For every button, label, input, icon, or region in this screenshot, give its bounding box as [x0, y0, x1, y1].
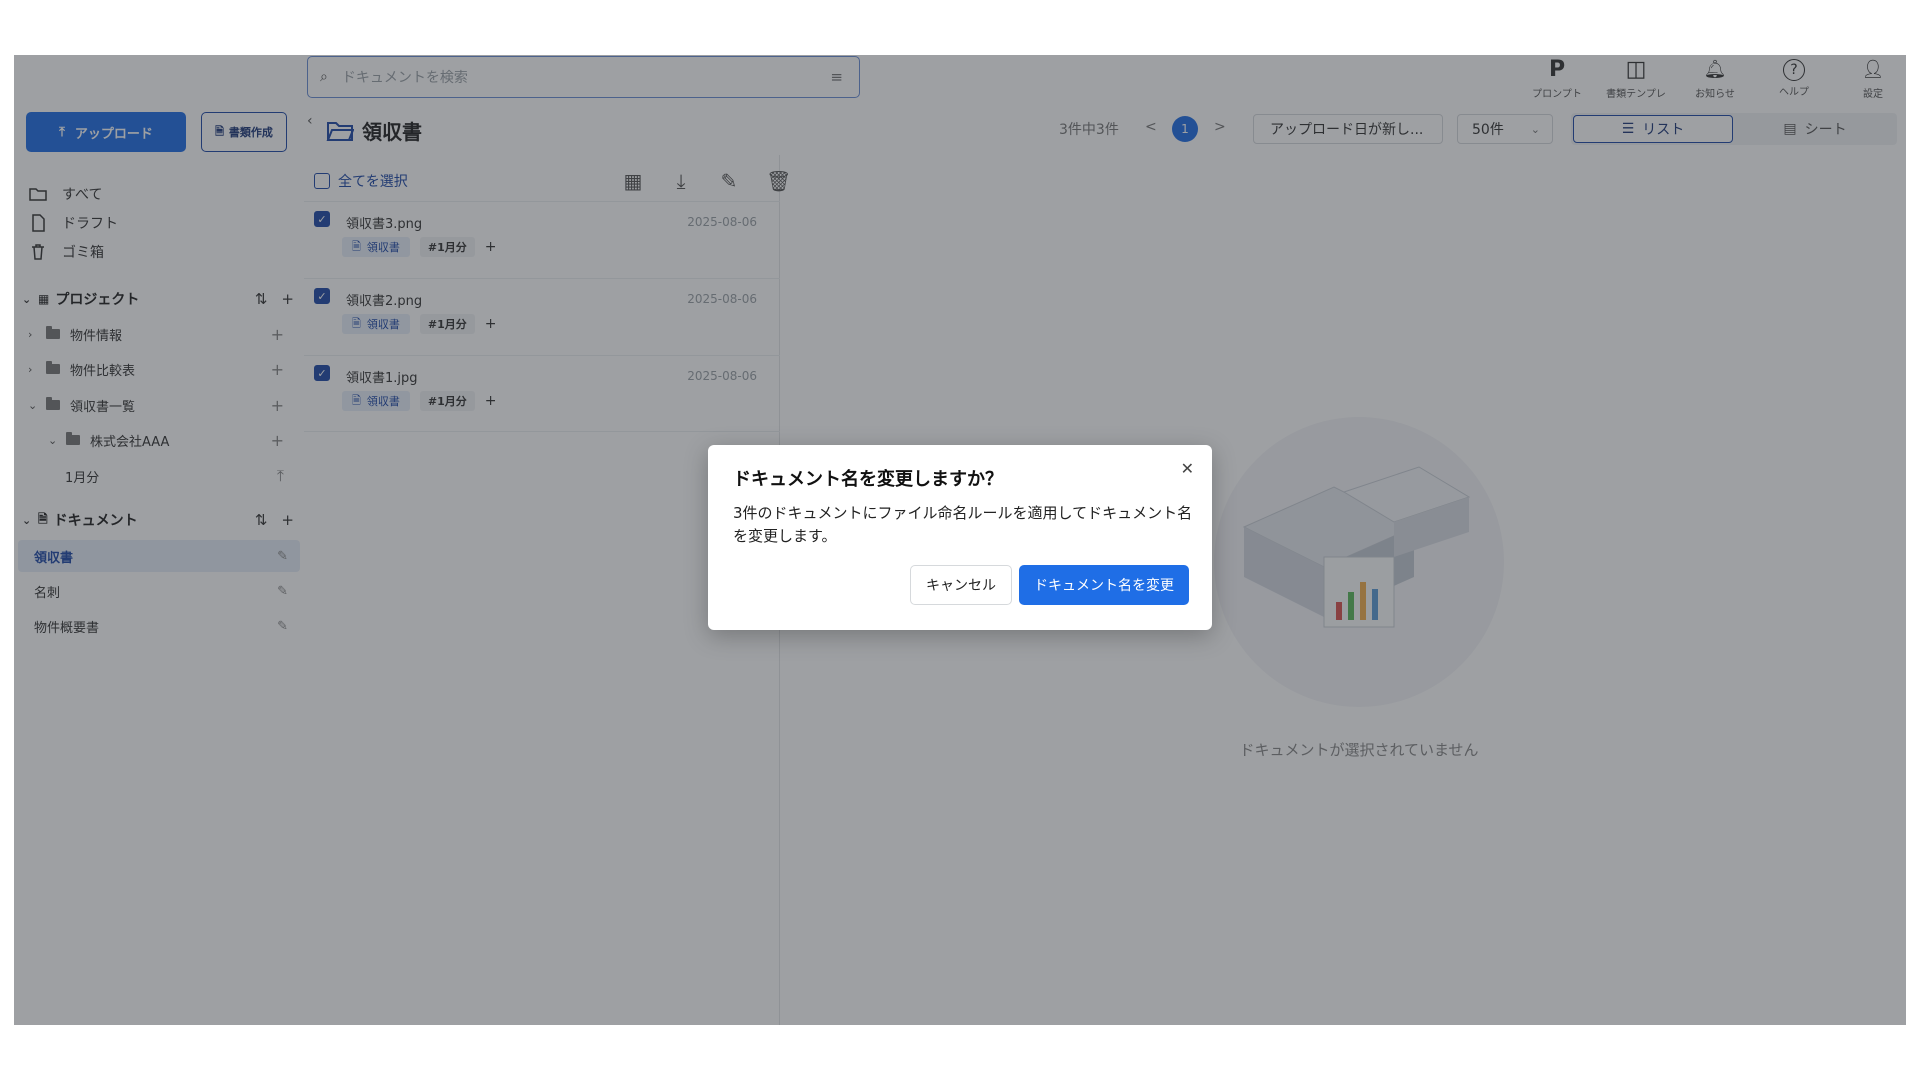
dialog-body: 3件のドキュメントにファイル命名ルールを適用してドキュメント名を変更します。 — [733, 504, 1193, 545]
dialog-title: ドキュメント名を変更しますか？ — [733, 469, 1003, 490]
rename-confirm-button[interactable]: ドキュメント名を変更 — [1019, 565, 1189, 605]
app-window: ⤒ アップロード 🗎︎ 書類作成 すべて ドラフト ゴミ箱 ⌄ ▦ プロジェクト… — [14, 55, 1906, 1025]
close-icon[interactable]: ✕ — [1181, 459, 1194, 478]
rename-dialog: ドキュメント名を変更しますか？ ✕ 3件のドキュメントにファイル命名ルールを適用… — [708, 445, 1212, 630]
cancel-button[interactable]: キャンセル — [910, 565, 1012, 605]
